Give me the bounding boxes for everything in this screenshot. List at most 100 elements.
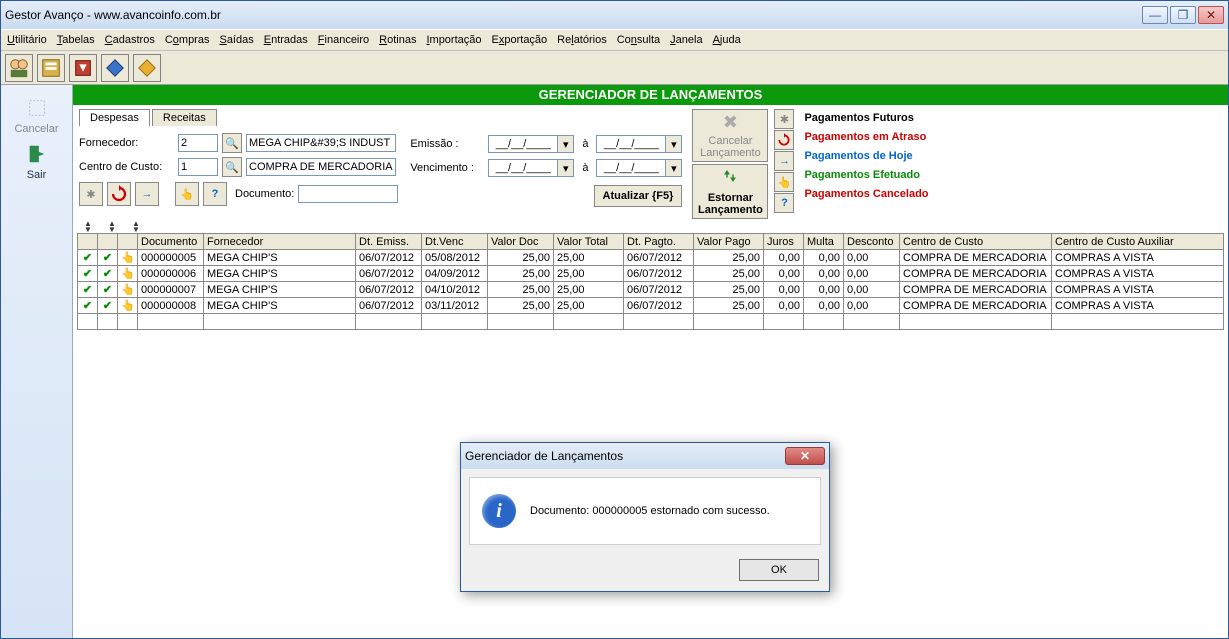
check-icon: ✔	[98, 298, 118, 314]
legend-icon-hoje: →	[774, 151, 794, 171]
left-sidebar: Cancelar Sair	[1, 85, 73, 638]
filter-btn-hand[interactable]: 👆	[175, 182, 199, 206]
hand-icon: 👆	[118, 266, 138, 282]
lancamentos-table[interactable]: DocumentoFornecedor Dt. Emiss.Dt.Venc Va…	[77, 233, 1224, 330]
check-icon: ✔	[78, 250, 98, 266]
table-row[interactable]: ✔✔👆000000007MEGA CHIP'S06/07/201204/10/2…	[78, 282, 1224, 298]
info-icon: i	[482, 494, 516, 528]
sidebar-cancelar[interactable]: Cancelar	[14, 95, 58, 135]
documento-input[interactable]	[298, 185, 398, 203]
centro-lookup-button[interactable]: 🔍	[222, 157, 242, 177]
table-header-row: DocumentoFornecedor Dt. Emiss.Dt.Venc Va…	[78, 234, 1224, 250]
legend-icon-atraso	[774, 130, 794, 150]
menu-compras[interactable]: Compras	[165, 34, 210, 46]
toolbar-btn-1[interactable]	[5, 54, 33, 82]
check-icon: ✔	[78, 282, 98, 298]
table-row[interactable]: ✔✔👆000000008MEGA CHIP'S06/07/201203/11/2…	[78, 298, 1224, 314]
menu-entradas[interactable]: Entradas	[264, 34, 308, 46]
chevron-down-icon[interactable]: ▾	[666, 159, 682, 177]
fornecedor-lookup-button[interactable]: 🔍	[222, 133, 242, 153]
menu-ajuda[interactable]: Ajuda	[713, 34, 741, 46]
venc-from-input[interactable]	[488, 159, 558, 177]
fornecedor-name-input[interactable]	[246, 134, 396, 152]
hand-icon: 👆	[118, 298, 138, 314]
chevron-down-icon[interactable]: ▾	[666, 135, 682, 153]
legend-futuros: Pagamentos Futuros	[804, 112, 913, 124]
filter-btn-star[interactable]: ✱	[79, 182, 103, 206]
cancel-x-icon: ✖	[723, 112, 738, 133]
table-row[interactable]: ✔✔👆000000006MEGA CHIP'S06/07/201204/09/2…	[78, 266, 1224, 282]
menu-tabelas[interactable]: Tabelas	[57, 34, 95, 46]
main-toolbar	[1, 51, 1228, 85]
emissao-to-input[interactable]	[596, 135, 666, 153]
legend-icon-futuros: ✱	[774, 109, 794, 129]
dialog-message: Documento: 000000005 estornado com suces…	[530, 505, 770, 517]
legend-atraso: Pagamentos em Atraso	[804, 131, 926, 143]
menu-importacao[interactable]: Importação	[426, 34, 481, 46]
close-button[interactable]: ✕	[1198, 6, 1224, 24]
sort-triangles: ▲▼ ▲▼ ▲▼	[77, 221, 1224, 233]
tab-receitas[interactable]: Receitas	[152, 109, 217, 126]
emissao-from-input[interactable]	[488, 135, 558, 153]
check-icon: ✔	[98, 282, 118, 298]
fornecedor-code-input[interactable]	[178, 134, 218, 152]
menubar: Utilitário Tabelas Cadastros Compras Saí…	[1, 29, 1228, 51]
filters-panel: Despesas Receitas Fornecedor: 🔍 Centro d…	[73, 105, 1228, 221]
estornar-lancamento-button[interactable]: Estornar Lançamento	[692, 164, 768, 219]
info-dialog: Gerenciador de Lançamentos ✕ i Documento…	[460, 442, 830, 592]
atualizar-button[interactable]: Atualizar {F5}	[594, 185, 683, 207]
menu-cadastros[interactable]: Cadastros	[105, 34, 155, 46]
centro-code-input[interactable]	[178, 158, 218, 176]
emissao-label: Emissão :	[410, 138, 484, 150]
cancelar-lancamento-button[interactable]: ✖ Cancelar Lançamento	[692, 109, 768, 162]
venc-to-input[interactable]	[596, 159, 666, 177]
legend-cancelado: Pagamentos Cancelado	[804, 188, 928, 200]
dialog-title: Gerenciador de Lançamentos	[465, 449, 623, 463]
filter-btn-refresh-red[interactable]	[107, 182, 131, 206]
banner-title: GERENCIADOR DE LANÇAMENTOS	[73, 85, 1228, 105]
tab-despesas[interactable]: Despesas	[79, 109, 150, 126]
check-icon: ✔	[98, 266, 118, 282]
hand-icon: 👆	[118, 250, 138, 266]
menu-financeiro[interactable]: Financeiro	[318, 34, 369, 46]
toolbar-btn-5[interactable]	[133, 54, 161, 82]
menu-relatorios[interactable]: Relatórios	[557, 34, 607, 46]
toolbar-btn-2[interactable]	[37, 54, 65, 82]
menu-consulta[interactable]: Consulta	[617, 34, 660, 46]
centro-label: Centro de Custo:	[79, 161, 174, 173]
window-title: Gestor Avanço - www.avancoinfo.com.br	[5, 8, 221, 22]
titlebar: Gestor Avanço - www.avancoinfo.com.br — …	[1, 1, 1228, 29]
sidebar-sair[interactable]: Sair	[24, 141, 50, 181]
maximize-button[interactable]: ❐	[1170, 6, 1196, 24]
fornecedor-label: Fornecedor:	[79, 137, 174, 149]
legend-icon-efetuado: 👆	[774, 172, 794, 192]
table-row[interactable]: ✔✔👆000000005MEGA CHIP'S06/07/201205/08/2…	[78, 250, 1224, 266]
menu-rotinas[interactable]: Rotinas	[379, 34, 416, 46]
chevron-down-icon[interactable]: ▾	[558, 135, 574, 153]
documento-label: Documento:	[235, 188, 294, 200]
check-icon: ✔	[98, 250, 118, 266]
cancel-icon	[24, 95, 50, 121]
sidebar-sair-label: Sair	[27, 169, 47, 181]
toolbar-btn-3[interactable]	[69, 54, 97, 82]
exit-icon	[24, 141, 50, 167]
hand-icon: 👆	[118, 282, 138, 298]
menu-saidas[interactable]: Saídas	[219, 34, 253, 46]
dialog-close-button[interactable]: ✕	[785, 447, 825, 465]
filter-btn-arrow[interactable]: →	[135, 182, 159, 206]
menu-exportacao[interactable]: Exportação	[492, 34, 548, 46]
check-icon: ✔	[78, 266, 98, 282]
minimize-button[interactable]: —	[1142, 6, 1168, 24]
dialog-ok-button[interactable]: OK	[739, 559, 819, 581]
toolbar-btn-4[interactable]	[101, 54, 129, 82]
chevron-down-icon[interactable]: ▾	[558, 159, 574, 177]
menu-janela[interactable]: Janela	[670, 34, 702, 46]
filter-btn-help[interactable]: ?	[203, 182, 227, 206]
legend-icon-cancelado: ?	[774, 193, 794, 213]
sidebar-cancelar-label: Cancelar	[14, 123, 58, 135]
check-icon: ✔	[78, 298, 98, 314]
search-icon: 🔍	[225, 161, 239, 174]
menu-utilitario[interactable]: Utilitário	[7, 34, 47, 46]
legend-hoje: Pagamentos de Hoje	[804, 150, 912, 162]
centro-name-input[interactable]	[246, 158, 396, 176]
